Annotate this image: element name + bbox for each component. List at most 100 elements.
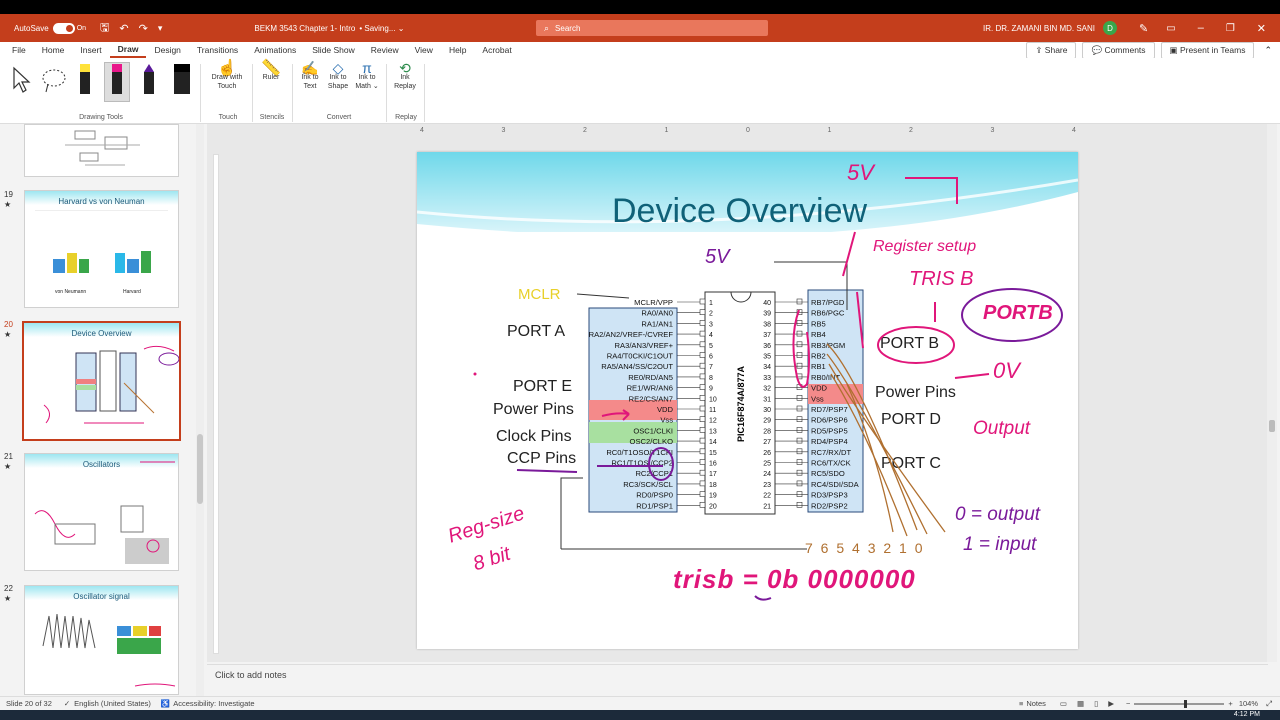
thumbnail-text-lines <box>35 210 168 232</box>
pen-icon[interactable]: ✎ <box>1139 22 1148 35</box>
ink-replay-button[interactable]: ⟲ Ink Replay <box>390 61 420 91</box>
zoom-level[interactable]: 104% <box>1239 699 1258 708</box>
language-status[interactable]: English (United States) <box>74 699 151 708</box>
right-pin-number: 21 <box>763 503 771 510</box>
convert-group-label: Convert <box>326 114 352 121</box>
normal-view-icon[interactable]: ▭ <box>1060 699 1067 708</box>
ink-0v: 0V <box>993 358 1020 383</box>
status-bar: Slide 20 of 32 ✓ English (United States)… <box>0 696 1280 710</box>
ink-to-math-button[interactable]: π Ink to Math ⌄ <box>352 61 382 91</box>
lasso-select-icon[interactable] <box>40 66 68 94</box>
menu-draw[interactable]: Draw <box>109 42 147 58</box>
left-pin-label: VDD <box>657 405 674 414</box>
accessibility-status[interactable]: Accessibility: Investigate <box>173 699 254 708</box>
right-pin-number: 34 <box>763 364 771 371</box>
notes-pane[interactable]: Click to add notes <box>207 664 1268 688</box>
accessibility-icon[interactable]: ♿ <box>161 699 170 708</box>
windows-taskbar: 4:12 PM <box>0 710 1280 720</box>
notes-toggle[interactable]: Notes <box>1026 699 1046 708</box>
slide-thumbnail-20[interactable]: Device Overview <box>22 321 181 441</box>
left-pin-number: 20 <box>709 503 717 510</box>
menu-transitions[interactable]: Transitions <box>189 45 246 55</box>
redo-icon[interactable]: ↷ <box>139 22 148 35</box>
right-pin-pad <box>796 341 803 348</box>
slide-thumbnail-19[interactable]: Harvard vs von Neuman von Neumann Harvar… <box>24 190 179 308</box>
share-button[interactable]: ⇪ Share <box>1026 41 1077 59</box>
zoom-out-icon[interactable]: − <box>1126 699 1130 708</box>
menu-home[interactable]: Home <box>34 45 73 55</box>
slideshow-icon[interactable]: ▶ <box>1108 699 1114 708</box>
slide-thumbnail-18[interactable] <box>24 124 179 177</box>
right-pin-number: 22 <box>763 493 771 500</box>
left-pin-pad <box>699 330 706 337</box>
ink-to-shape-button[interactable]: ◇ Ink to Shape <box>324 61 352 91</box>
left-pin-number: 17 <box>709 471 717 478</box>
menu-design[interactable]: Design <box>146 45 188 55</box>
thumbnail-caption-von-neumann: von Neumann <box>55 289 87 295</box>
menu-help[interactable]: Help <box>441 45 474 55</box>
customize-toolbar-icon[interactable]: ▾ <box>158 23 163 34</box>
left-pin-number: 11 <box>709 407 716 414</box>
notes-icon[interactable]: ≡ <box>1019 699 1023 708</box>
ink-trisb: TRIS B <box>909 268 974 290</box>
autosave-toggle-label: On <box>76 24 87 32</box>
notes-placeholder[interactable]: Click to add notes <box>215 670 287 680</box>
slide-sorter-icon[interactable]: ▦ <box>1077 699 1084 708</box>
user-name[interactable]: IR. DR. ZAMANI BIN MD. SANI <box>983 24 1095 33</box>
thumbnails-scrollbar[interactable] <box>196 124 204 696</box>
draw-with-touch-button[interactable]: ☝ Draw with Touch <box>206 61 248 91</box>
menu-slide-show[interactable]: Slide Show <box>304 45 363 55</box>
ink-to-text-button[interactable]: ✍ Ink to Text <box>296 61 324 91</box>
menu-insert[interactable]: Insert <box>72 45 109 55</box>
thumbnails-scroll-thumb[interactable] <box>197 434 203 504</box>
minimize-icon[interactable]: – <box>1198 22 1204 34</box>
slide-thumbnail-21[interactable]: Oscillators <box>24 453 179 571</box>
slide-thumbnail-22[interactable]: Oscillator signal <box>24 585 179 695</box>
vertical-ruler <box>213 154 219 654</box>
search-box[interactable]: ⌕ Search <box>536 20 768 36</box>
zoom-slider-thumb[interactable] <box>1184 699 1188 708</box>
reading-view-icon[interactable]: ▯ <box>1094 699 1098 708</box>
undo-icon[interactable]: ↶ <box>119 22 128 35</box>
pen-purple-icon[interactable] <box>142 64 156 94</box>
comments-button[interactable]: 💬 Comments <box>1082 41 1155 59</box>
pen-pink-icon[interactable] <box>110 64 124 94</box>
menu-animations[interactable]: Animations <box>246 45 304 55</box>
close-icon[interactable]: ✕ <box>1257 22 1266 35</box>
menu-review[interactable]: Review <box>363 45 407 55</box>
star-icon: ★ <box>4 330 12 339</box>
right-pin-number: 29 <box>763 418 771 425</box>
ruler-tick: 2 <box>583 127 587 134</box>
right-pin-pad <box>796 469 803 476</box>
slide-20[interactable]: Device Overview MCLR PORT A PORT E Power… <box>417 152 1078 649</box>
avatar[interactable]: D <box>1103 21 1118 35</box>
thumbnail-mini-diagram <box>43 345 179 424</box>
ruler-button[interactable]: 📏 Ruler <box>256 61 286 82</box>
save-icon[interactable]: 🖫 <box>100 19 109 38</box>
left-pin-label: OSC1/CLKI <box>633 426 673 435</box>
zoom-slider[interactable] <box>1134 699 1225 708</box>
maximize-icon[interactable]: ❐ <box>1226 23 1235 34</box>
star-icon: ★ <box>4 462 12 471</box>
fit-to-window-icon[interactable]: ⤢ <box>1266 699 1272 709</box>
right-pin-pad <box>796 491 803 497</box>
zoom-in-icon[interactable]: + <box>1228 699 1232 708</box>
left-pin-label: RE0/RD/AN5 <box>628 373 673 382</box>
autosave-toggle[interactable] <box>52 22 75 34</box>
spellcheck-icon[interactable]: ✓ <box>64 699 70 708</box>
select-cursor-icon[interactable] <box>10 66 32 94</box>
menu-view[interactable]: View <box>407 45 441 55</box>
slide-scroll-thumb[interactable] <box>1269 420 1275 432</box>
thumbnail-caption-harvard: Harvard <box>123 289 141 295</box>
ribbon-display-icon[interactable]: ▭ <box>1166 23 1175 34</box>
slide-scrollbar[interactable] <box>1267 124 1277 662</box>
pencil-yellow-icon[interactable] <box>78 64 92 94</box>
right-pin-label: RC6/TX/CK <box>811 459 851 468</box>
pen-black-icon[interactable] <box>172 64 192 94</box>
saving-status[interactable]: • Saving... ⌄ <box>359 24 404 33</box>
right-pin-label: RB5 <box>811 319 826 328</box>
ribbon-collapse-icon[interactable]: ⌃ <box>1264 45 1272 56</box>
present-teams-button[interactable]: ▣ Present in Teams <box>1160 41 1255 59</box>
menu-acrobat[interactable]: Acrobat <box>474 45 519 55</box>
menu-file[interactable]: File <box>4 45 34 55</box>
